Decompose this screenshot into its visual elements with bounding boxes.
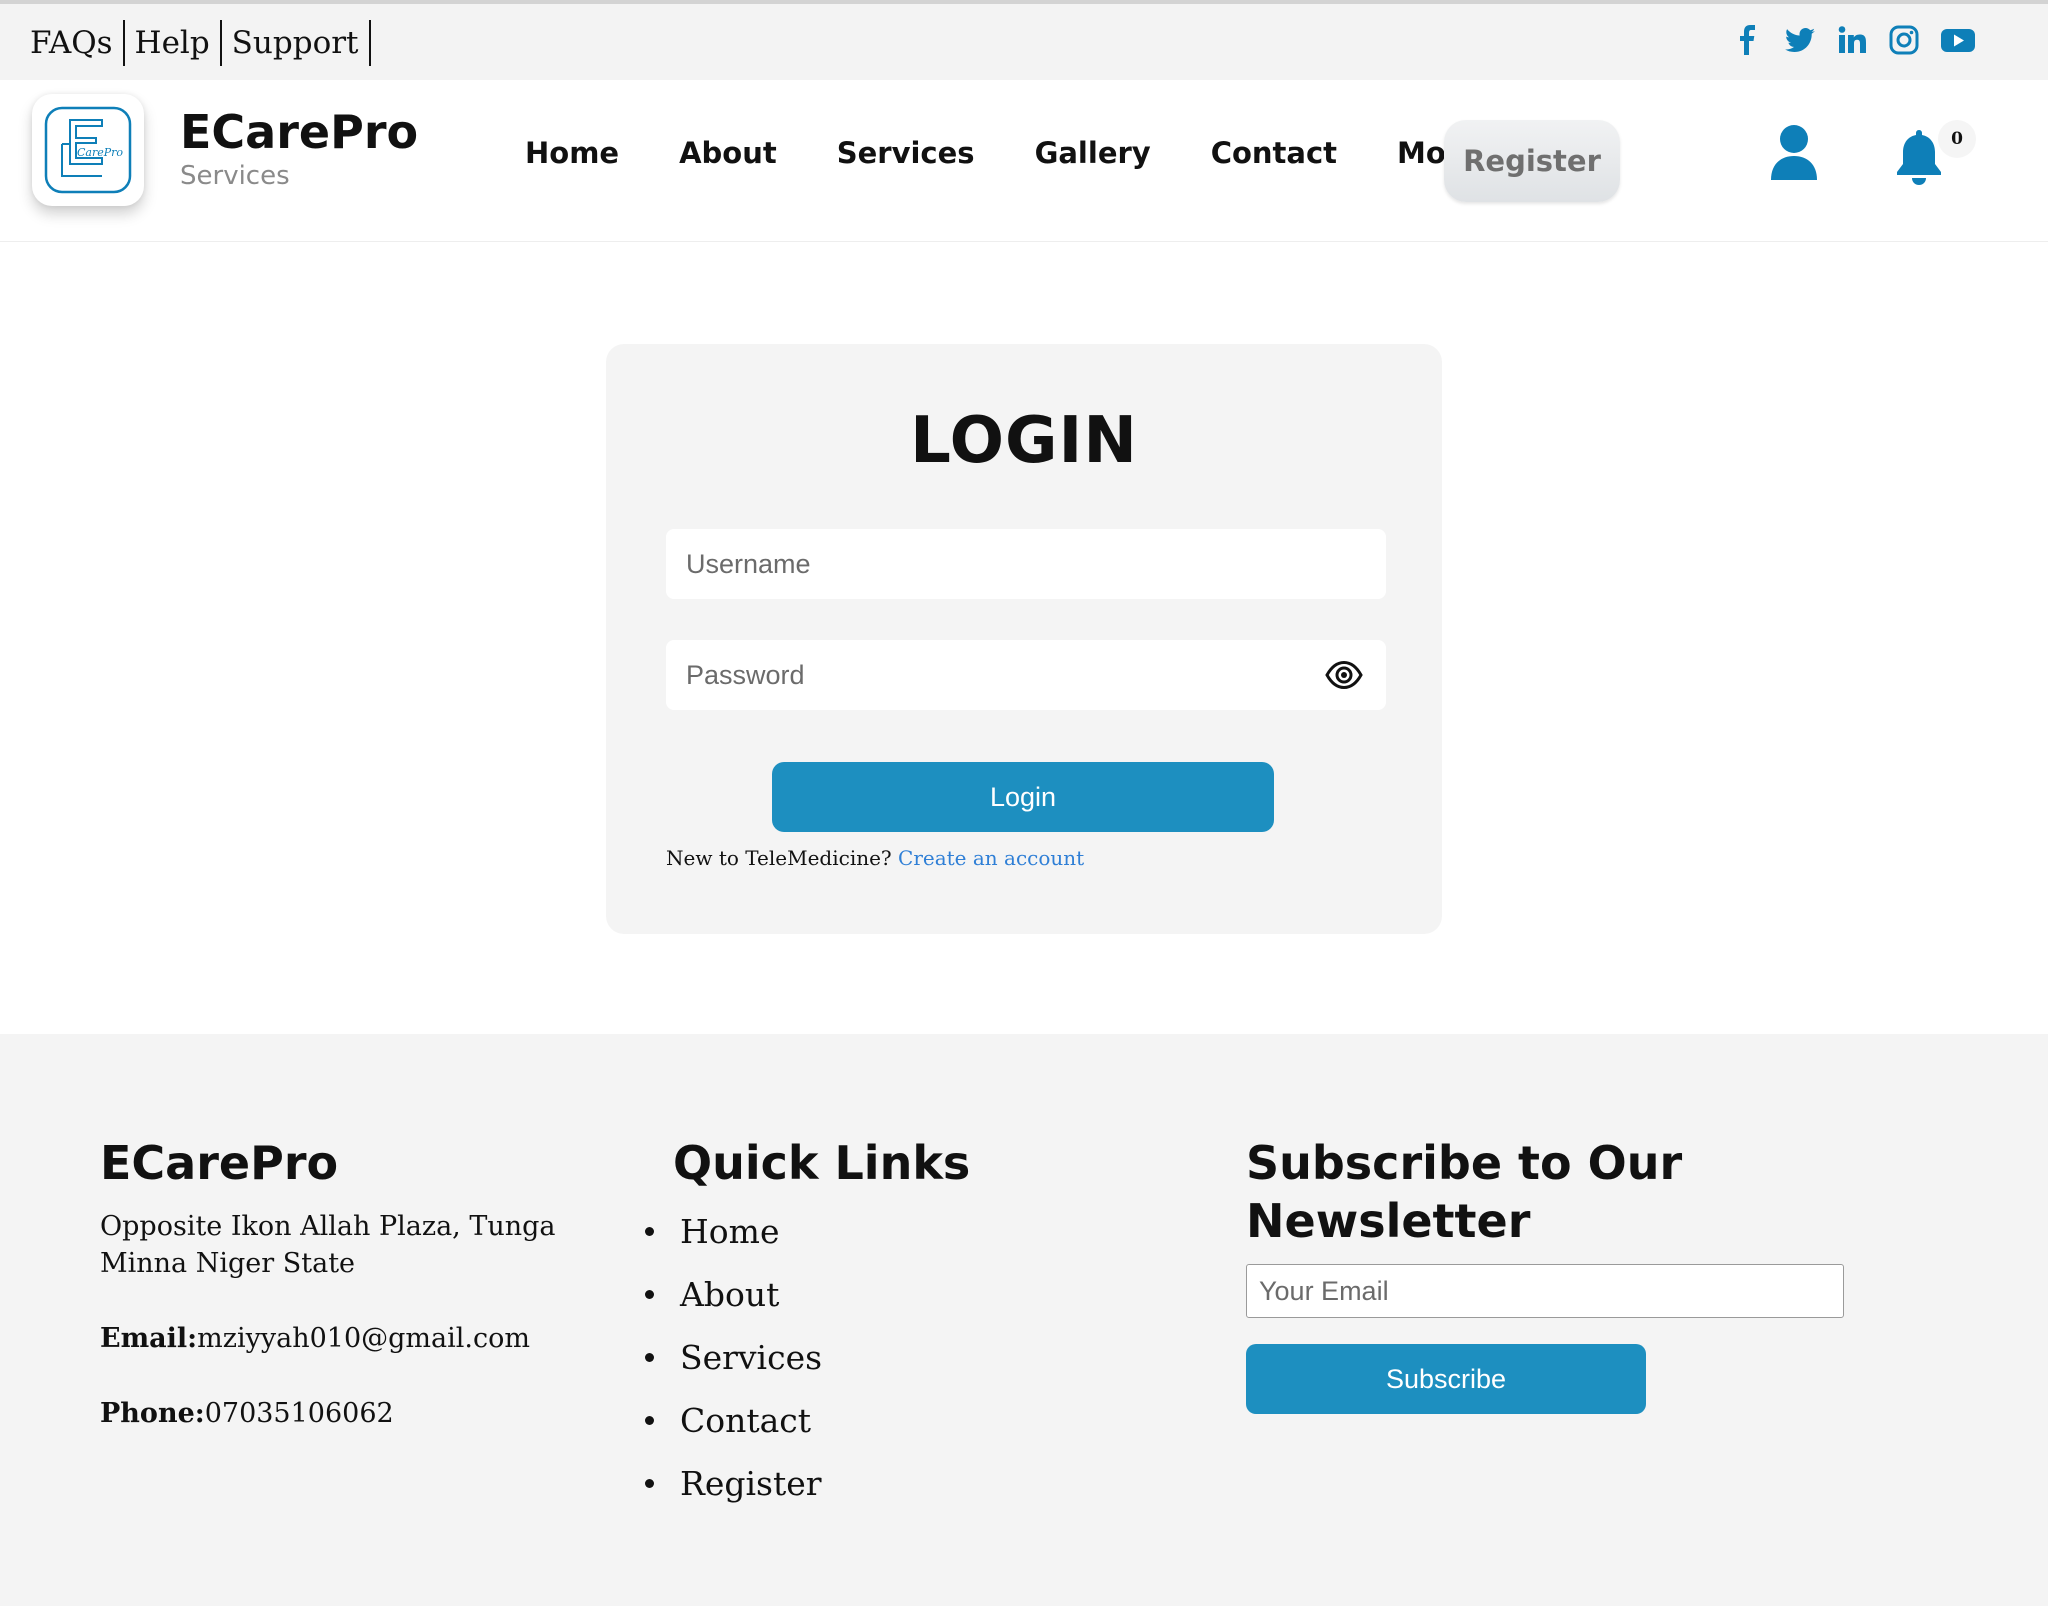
brand: ECarePro Services <box>180 106 418 194</box>
footer-phone: Phone:07035106062 <box>100 1395 570 1432</box>
support-link[interactable]: Support <box>222 20 371 66</box>
login-title: LOGIN <box>910 404 1138 478</box>
footer-newsletter: Subscribe to Our Newsletter Subscribe <box>1246 1134 1866 1414</box>
subscribe-button[interactable]: Subscribe <box>1246 1344 1646 1414</box>
top-bar: FAQs Help Support <box>0 0 2048 80</box>
bell-icon <box>1897 130 1941 185</box>
youtube-icon[interactable] <box>1940 24 1976 56</box>
bullet-icon <box>645 1479 654 1488</box>
top-links: FAQs Help Support <box>30 20 371 66</box>
register-button[interactable]: Register <box>1444 120 1620 202</box>
main-nav: Home About Services Gallery Contact More <box>525 136 1510 170</box>
footer-email-label: Email: <box>100 1323 198 1354</box>
notifications[interactable]: 0 <box>1890 120 1976 190</box>
bullet-icon <box>645 1227 654 1236</box>
footer-link-services[interactable]: Services <box>680 1326 822 1389</box>
help-link[interactable]: Help <box>125 20 222 66</box>
nav-contact[interactable]: Contact <box>1211 136 1337 170</box>
create-account-link[interactable]: Create an account <box>898 846 1084 870</box>
login-button[interactable]: Login <box>772 762 1274 832</box>
footer-link-register[interactable]: Register <box>680 1452 822 1515</box>
twitter-icon[interactable] <box>1784 24 1816 56</box>
quick-links-title: Quick Links <box>673 1136 971 1190</box>
footer-link-home[interactable]: Home <box>680 1200 779 1263</box>
notification-count-badge: 0 <box>1938 120 1976 158</box>
nav-services[interactable]: Services <box>837 136 975 170</box>
main-header: CarePro ECarePro Services Home About Ser… <box>0 80 2048 242</box>
facebook-icon[interactable] <box>1732 24 1764 56</box>
social-links <box>1732 24 1976 56</box>
show-password-eye-icon[interactable] <box>1324 658 1364 692</box>
footer-quick-links: Quick Links Home About Services Contact … <box>645 1134 1173 1515</box>
instagram-icon[interactable] <box>1888 24 1920 56</box>
brand-name: ECarePro <box>180 105 419 159</box>
list-item: Home <box>645 1200 1173 1263</box>
footer: ECarePro Opposite Ikon Allah Plaza, Tung… <box>0 1034 2048 1606</box>
signup-prompt: New to TeleMedicine? Create an account <box>666 846 1084 870</box>
footer-email: Email:mziyyah010@gmail.com <box>100 1320 570 1357</box>
quick-links-list: Home About Services Contact Register <box>645 1200 1173 1515</box>
svg-text:CarePro: CarePro <box>77 146 123 159</box>
new-user-text: New to TeleMedicine? <box>666 846 892 870</box>
bullet-icon <box>645 1290 654 1299</box>
bullet-icon <box>645 1353 654 1362</box>
username-input[interactable] <box>666 529 1386 599</box>
footer-link-about[interactable]: About <box>680 1263 779 1326</box>
faqs-link[interactable]: FAQs <box>30 20 125 66</box>
footer-phone-label: Phone: <box>100 1398 205 1429</box>
login-card: LOGIN Login New to TeleMedicine? Create … <box>606 344 1442 934</box>
footer-about: ECarePro Opposite Ikon Allah Plaza, Tung… <box>100 1134 570 1432</box>
linkedin-icon[interactable] <box>1836 24 1868 56</box>
nav-home[interactable]: Home <box>525 136 619 170</box>
list-item: About <box>645 1263 1173 1326</box>
footer-link-contact[interactable]: Contact <box>680 1389 811 1452</box>
brand-subtitle: Services <box>180 161 290 191</box>
footer-phone-value: 07035106062 <box>204 1398 394 1429</box>
footer-email-value: mziyyah010@gmail.com <box>197 1323 530 1354</box>
list-item: Services <box>645 1326 1173 1389</box>
nav-about[interactable]: About <box>679 136 777 170</box>
logo[interactable]: CarePro <box>32 94 144 206</box>
password-input[interactable] <box>666 640 1386 710</box>
list-item: Contact <box>645 1389 1173 1452</box>
logo-mark-icon: CarePro <box>44 106 132 194</box>
newsletter-title: Subscribe to Our Newsletter <box>1246 1136 1683 1248</box>
footer-address: Opposite Ikon Allah Plaza, Tunga Minna N… <box>100 1211 556 1279</box>
user-account-icon[interactable] <box>1769 124 1819 184</box>
nav-gallery[interactable]: Gallery <box>1035 136 1151 170</box>
bullet-icon <box>645 1416 654 1425</box>
newsletter-email-input[interactable] <box>1246 1264 1844 1318</box>
list-item: Register <box>645 1452 1173 1515</box>
footer-brand-title: ECarePro <box>100 1136 339 1190</box>
